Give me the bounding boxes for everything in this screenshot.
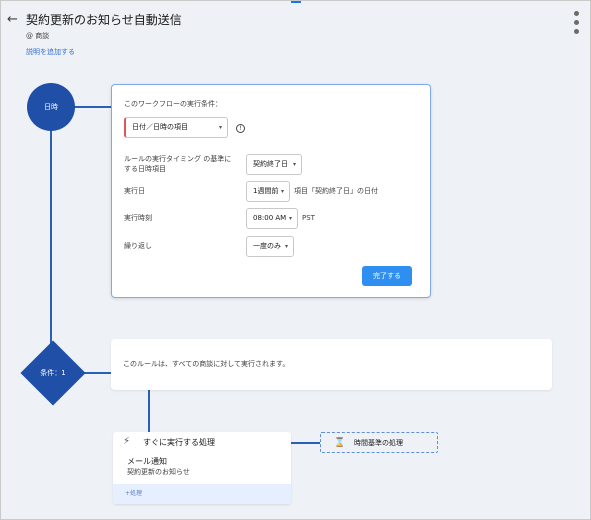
object-row: @ 商談: [26, 31, 49, 41]
repeat-value: 一度のみ: [253, 242, 281, 250]
flow-connector-trigger: [73, 106, 111, 108]
rule-criteria-card[interactable]: このルールは、すべての商談に対して実行されます。: [111, 339, 552, 390]
reference-field-value: 契約終了日: [253, 160, 288, 168]
time-based-actions-button[interactable]: ⌛ 時間基準の処理: [320, 432, 438, 453]
top-scroll-marker: [291, 1, 301, 3]
trigger-card-heading: このワークフローの実行条件：: [124, 100, 222, 108]
trigger-node[interactable]: 日時: [27, 83, 75, 131]
flow-connector-main: [50, 129, 52, 374]
page-title: 契約更新のお知らせ自動送信: [26, 13, 182, 27]
email-alert-subtitle: 契約更新のお知らせ: [127, 468, 190, 476]
back-arrow-icon[interactable]: ←: [7, 12, 18, 28]
lightning-icon: ⚡: [123, 436, 131, 447]
repeat-label: 繰り返し: [124, 242, 152, 250]
condition-node[interactable]: 条件：1: [20, 340, 86, 406]
add-process-button[interactable]: +処理: [113, 484, 291, 504]
builder-canvas: ← 契約更新のお知らせ自動送信 @ 商談 説明を追加する 日時 条件：1 このワ…: [0, 0, 591, 520]
condition-node-label: 条件：1: [40, 369, 66, 377]
add-description-link[interactable]: 説明を追加する: [26, 47, 75, 57]
more-options-icon[interactable]: [570, 10, 584, 38]
done-button[interactable]: 完了する: [362, 266, 412, 286]
trigger-settings-card: このワークフローの実行条件： 日付／日時の項目 ▾ ! ルールの実行タイミング …: [111, 84, 431, 298]
repeat-select[interactable]: 一度のみ ▾: [246, 236, 294, 257]
execution-date-label: 実行日: [124, 187, 145, 195]
email-alert-title[interactable]: メール通知: [127, 457, 167, 467]
date-suffix-text: 項目「契約終了日」の日付: [294, 187, 378, 195]
flow-connector-time-based: [290, 442, 321, 444]
info-icon[interactable]: !: [236, 124, 245, 133]
chevron-down-icon: ▾: [280, 188, 284, 195]
hourglass-icon: ⌛: [334, 438, 346, 448]
offset-select[interactable]: 1週間前 ▾: [246, 181, 290, 202]
time-select[interactable]: 08:00 AM ▾: [246, 208, 298, 229]
offset-value: 1週間前: [253, 187, 279, 195]
time-value: 08:00 AM: [253, 214, 287, 222]
chevron-down-icon: ▾: [218, 124, 222, 131]
reference-field-select[interactable]: 契約終了日 ▾: [246, 154, 302, 175]
trigger-type-select[interactable]: 日付／日時の項目 ▾: [124, 117, 228, 138]
execution-time-label: 実行時刻: [124, 214, 152, 222]
trigger-node-label: 日時: [44, 103, 58, 111]
object-name: 商談: [35, 32, 50, 40]
timing-label: ルールの実行タイミング の基準にする日時項目: [124, 155, 232, 173]
flow-connector-action: [148, 390, 150, 433]
time-based-actions-label: 時間基準の処理: [354, 439, 403, 447]
chevron-down-icon: ▾: [284, 243, 288, 250]
chevron-down-icon: ▾: [292, 161, 296, 168]
at-icon: @: [26, 32, 33, 40]
trigger-type-value: 日付／日時の項目: [132, 123, 188, 131]
rule-criteria-text: このルールは、すべての商談に対して実行されます。: [123, 360, 290, 368]
timezone-label: PST: [302, 214, 315, 222]
immediate-actions-card: ⚡ すぐに実行する処理 メール通知 契約更新のお知らせ +処理: [113, 432, 291, 504]
chevron-down-icon: ▾: [288, 215, 292, 222]
immediate-actions-title: すぐに実行する処理: [143, 438, 215, 447]
immediate-actions-header: ⚡ すぐに実行する処理: [113, 432, 291, 452]
